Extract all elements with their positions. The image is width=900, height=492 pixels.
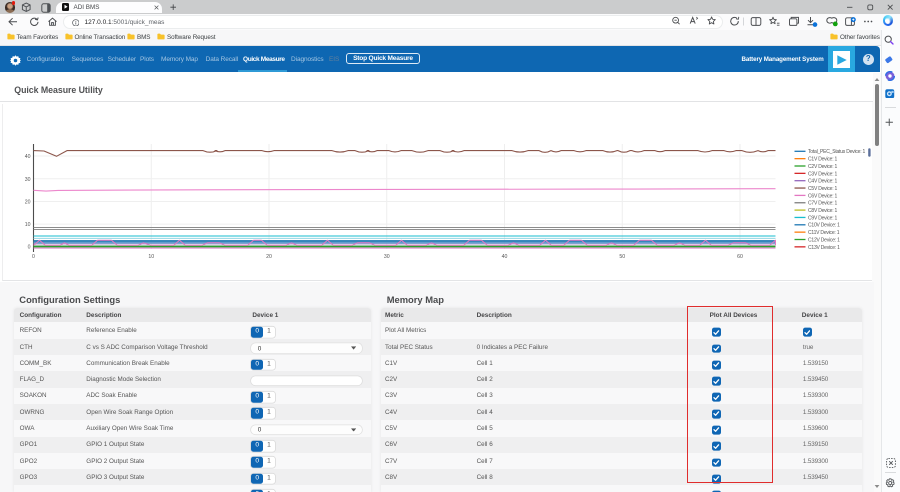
svg-text:40: 40 <box>502 254 508 260</box>
svg-text:60: 60 <box>737 254 743 260</box>
svg-text:C2V Device: 1: C2V Device: 1 <box>808 163 838 169</box>
svg-text:Total_PEC_Status Device: 1: Total_PEC_Status Device: 1 <box>808 149 866 155</box>
svg-text:C8V Device: 1: C8V Device: 1 <box>808 208 838 214</box>
svg-text:30: 30 <box>25 176 31 182</box>
svg-text:10: 10 <box>25 222 31 228</box>
svg-text:0: 0 <box>28 244 31 250</box>
svg-text:C4V Device: 1: C4V Device: 1 <box>808 178 838 184</box>
svg-text:C3V Device: 1: C3V Device: 1 <box>808 171 838 177</box>
svg-text:C5V Device: 1: C5V Device: 1 <box>808 185 838 191</box>
svg-text:0: 0 <box>32 254 35 260</box>
svg-text:C6V Device: 1: C6V Device: 1 <box>808 193 838 199</box>
svg-text:20: 20 <box>266 254 272 260</box>
svg-text:C12V Device: 1: C12V Device: 1 <box>808 237 840 243</box>
svg-text:C13V Device: 1: C13V Device: 1 <box>808 244 840 250</box>
svg-text:10: 10 <box>148 254 154 260</box>
svg-text:C10V Device: 1: C10V Device: 1 <box>808 222 840 228</box>
svg-text:30: 30 <box>384 254 390 260</box>
svg-text:C9V Device: 1: C9V Device: 1 <box>808 215 838 221</box>
svg-text:20: 20 <box>25 199 31 205</box>
svg-text:C11V Device: 1: C11V Device: 1 <box>808 230 840 236</box>
svg-text:C1V Device: 1: C1V Device: 1 <box>808 156 838 162</box>
svg-text:40: 40 <box>25 154 31 160</box>
svg-text:C7V Device: 1: C7V Device: 1 <box>808 200 838 206</box>
svg-text:50: 50 <box>619 254 625 260</box>
